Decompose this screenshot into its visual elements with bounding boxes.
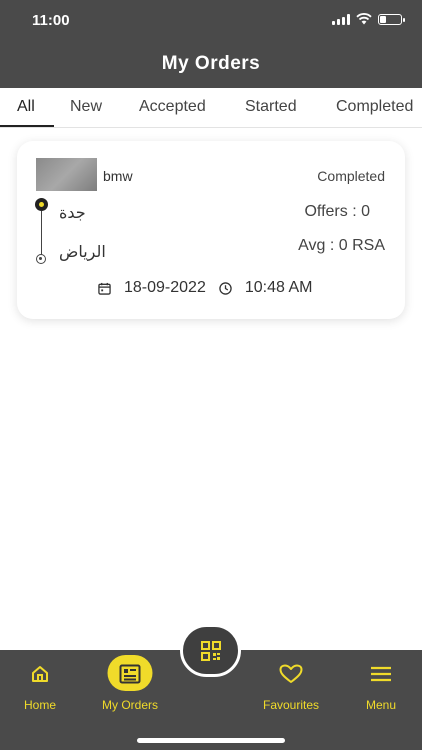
tab-new[interactable]: New [70,98,102,116]
tab-bar: All New Accepted Started Completed [0,88,422,128]
qr-code-icon [200,640,221,661]
route-end-icon [36,254,46,264]
status-icons [332,13,405,25]
order-date: 18-09-2022 [124,279,206,296]
route-line [41,211,42,255]
tab-all[interactable]: All [17,98,35,116]
header: 11:00 My Orders [0,0,422,88]
home-indicator [137,738,285,743]
signal-icon [332,13,350,25]
offers-count: Offers : 0 [304,203,370,220]
tab-completed[interactable]: Completed [336,98,413,116]
car-thumbnail [36,158,97,191]
origin-city: جدة [59,203,86,222]
tab-started[interactable]: Started [245,98,297,116]
menu-icon [369,662,393,686]
order-datetime: 18-09-2022 10:48 AM [98,279,312,297]
order-time: 10:48 AM [244,279,313,296]
nav-menu-label: Menu [365,698,397,712]
wifi-icon [356,13,372,25]
tab-accepted[interactable]: Accepted [139,98,206,116]
heart-icon [279,662,303,686]
calendar-icon [98,282,111,295]
status-time: 11:00 [32,12,70,29]
nav-home-label: Home [23,698,56,712]
orders-icon [118,662,142,686]
home-icon [28,662,52,686]
qr-scan-button[interactable] [180,624,241,677]
destination-city: الرياض [59,242,106,261]
order-status: Completed [317,168,385,184]
page-title: My Orders [161,53,261,74]
order-card[interactable]: bmw Completed جدة الرياض Offers : 0 Avg … [17,141,405,319]
nav-my-orders-label: My Orders [101,698,158,712]
route-start-icon [35,198,48,211]
clock-icon [219,281,232,295]
battery-icon [378,13,405,25]
car-name: bmw [103,168,133,184]
active-tab-indicator [0,125,54,127]
average-price: Avg : 0 RSA [298,237,385,254]
nav-favourites-label: Favourites [262,698,320,712]
